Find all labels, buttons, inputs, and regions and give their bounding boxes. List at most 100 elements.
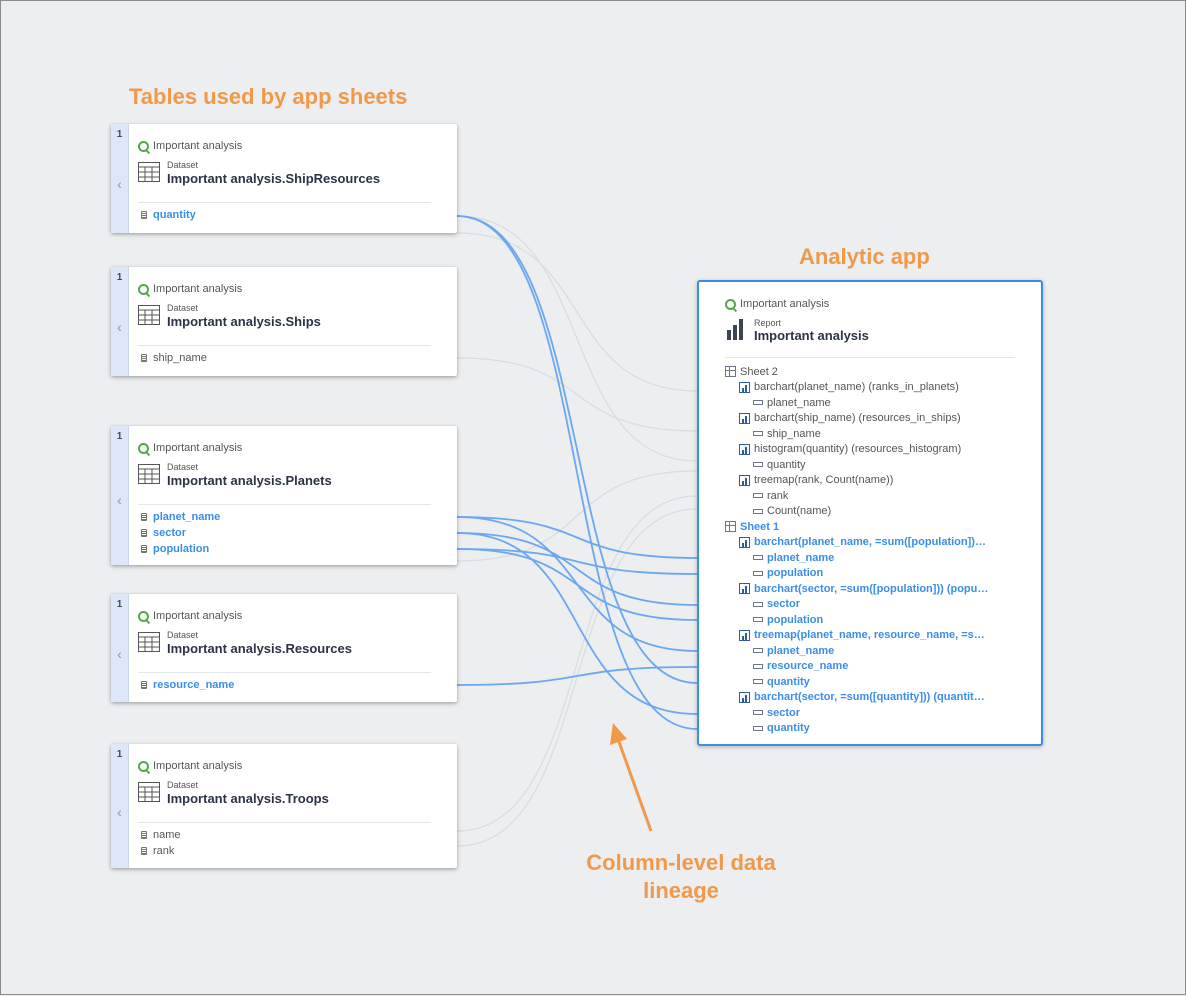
- dataset-table-icon: [138, 632, 160, 652]
- usage-count: 1: [116, 129, 123, 140]
- tree-field[interactable]: planet_name: [725, 395, 1031, 411]
- dataset-source: Important analysis: [138, 442, 242, 454]
- tree-field[interactable]: sector: [725, 597, 1031, 613]
- field-icon: [753, 725, 763, 731]
- dataset-card-shipresources[interactable]: 1 ‹ Important analysis Dataset Important…: [111, 124, 457, 233]
- tree-viz[interactable]: treemap(rank, Count(name)): [725, 473, 1031, 489]
- dataset-table-icon: [138, 782, 160, 802]
- dataset-kind: Dataset: [167, 462, 199, 472]
- tree-field[interactable]: population: [725, 566, 1031, 582]
- faint-lineage-link: [456, 508, 698, 847]
- tree-label: Count(name): [767, 505, 832, 518]
- dataset-card-planets[interactable]: 1 ‹ Important analysis Dataset Important…: [111, 426, 457, 565]
- tree-label: barchart(ship_name) (resources_in_ships): [754, 412, 961, 425]
- tree-label: sector: [767, 706, 801, 719]
- field-icon: [753, 493, 763, 499]
- chevron-left-icon[interactable]: ‹: [111, 176, 128, 192]
- column-label: quantity: [153, 209, 196, 221]
- dataset-column[interactable]: rank: [141, 845, 174, 857]
- app-title: Important analysis: [754, 328, 869, 343]
- tree-field[interactable]: ship_name: [725, 426, 1031, 442]
- tree-sheet[interactable]: Sheet 2: [725, 364, 1031, 380]
- tree-label: quantity: [767, 722, 810, 735]
- dataset-column[interactable]: sector: [141, 527, 186, 539]
- tree-label: treemap(planet_name, resource_name, =s…: [754, 629, 985, 642]
- tree-label: treemap(rank, Count(name)): [754, 474, 894, 487]
- dataset-column[interactable]: resource_name: [141, 679, 234, 691]
- tree-field[interactable]: Count(name): [725, 504, 1031, 520]
- tree-viz[interactable]: barchart(ship_name) (resources_in_ships): [725, 411, 1031, 427]
- column-label: resource_name: [153, 679, 235, 691]
- tree-viz[interactable]: barchart(planet_name, =sum([population])…: [725, 535, 1031, 551]
- column-icon: [141, 211, 147, 219]
- dataset-source-label: Important analysis: [153, 610, 243, 622]
- dataset-column[interactable]: quantity: [141, 209, 196, 221]
- divider: [138, 202, 431, 203]
- qlik-icon: [138, 140, 149, 152]
- usage-count: 1: [116, 272, 123, 283]
- tree-label: rank: [767, 489, 789, 502]
- faint-lineage-link: [456, 357, 698, 432]
- faint-lineage-link: [456, 470, 698, 562]
- dataset-kind: Dataset: [167, 780, 199, 790]
- tree-viz[interactable]: histogram(quantity) (resources_histogram…: [725, 442, 1031, 458]
- tree-field[interactable]: resource_name: [725, 659, 1031, 675]
- app-source-label: Important analysis: [740, 298, 830, 310]
- tree-field[interactable]: sector: [725, 705, 1031, 721]
- chart-object-icon: [739, 536, 750, 548]
- dataset-source: Important analysis: [138, 283, 242, 295]
- tree-field[interactable]: rank: [725, 488, 1031, 504]
- tree-viz[interactable]: barchart(sector, =sum([quantity])) (quan…: [725, 690, 1031, 706]
- tree-field[interactable]: quantity: [725, 721, 1031, 737]
- dataset-card-troops[interactable]: 1 ‹ Important analysis Dataset Important…: [111, 744, 457, 868]
- tree-label: sector: [767, 598, 801, 611]
- tree-label: population: [767, 567, 824, 580]
- column-icon: [141, 831, 147, 839]
- field-icon: [753, 663, 763, 669]
- column-icon: [141, 681, 147, 689]
- chart-object-icon: [739, 691, 750, 703]
- chart-object-icon: [739, 443, 750, 455]
- field-icon: [753, 617, 763, 623]
- dataset-card-ships[interactable]: 1 ‹ Important analysis Dataset Important…: [111, 267, 457, 376]
- dataset-column[interactable]: name: [141, 829, 181, 841]
- dataset-column[interactable]: population: [141, 543, 209, 555]
- tree-label: quantity: [767, 458, 806, 471]
- dataset-card-resources[interactable]: 1 ‹ Important analysis Dataset Important…: [111, 594, 457, 702]
- column-label: planet_name: [153, 511, 221, 523]
- tree-label: barchart(planet_name, =sum([population])…: [754, 536, 986, 549]
- tree-viz[interactable]: barchart(sector, =sum([population])) (po…: [725, 581, 1031, 597]
- dataset-column[interactable]: ship_name: [141, 352, 207, 364]
- annotation-arrow: [610, 723, 653, 832]
- tree-label: planet_name: [767, 396, 831, 409]
- chart-object-icon: [739, 381, 750, 393]
- tree-label: planet_name: [767, 644, 835, 657]
- tree-field[interactable]: planet_name: [725, 550, 1031, 566]
- chevron-left-icon[interactable]: ‹: [111, 804, 128, 820]
- tree-label: resource_name: [767, 660, 849, 673]
- tree-viz[interactable]: treemap(planet_name, resource_name, =s…: [725, 628, 1031, 644]
- tree-viz[interactable]: barchart(planet_name) (ranks_in_planets): [725, 380, 1031, 396]
- dataset-title: Important analysis.Troops: [167, 791, 329, 806]
- chevron-left-icon[interactable]: ‹: [111, 492, 128, 508]
- tree-label: histogram(quantity) (resources_histogram…: [754, 443, 962, 456]
- analytic-app-card[interactable]: Important analysis Report Important anal…: [697, 280, 1043, 746]
- tree-field[interactable]: quantity: [725, 457, 1031, 473]
- tree-field[interactable]: quantity: [725, 674, 1031, 690]
- column-icon: [141, 847, 147, 855]
- tree-sheet[interactable]: Sheet 1: [725, 519, 1031, 535]
- chevron-left-icon[interactable]: ‹: [111, 319, 128, 335]
- dataset-source: Important analysis: [138, 140, 242, 152]
- dataset-column[interactable]: planet_name: [141, 511, 220, 523]
- tree-label: quantity: [767, 675, 810, 688]
- column-label: name: [153, 829, 181, 841]
- chevron-left-icon[interactable]: ‹: [111, 646, 128, 662]
- lineage-annotation: Column-level data lineage: [563, 849, 799, 905]
- tree-field[interactable]: planet_name: [725, 643, 1031, 659]
- tree-field[interactable]: population: [725, 612, 1031, 628]
- qlik-icon: [138, 283, 149, 295]
- chart-object-icon: [739, 583, 750, 595]
- app-annotation: Analytic app: [799, 244, 930, 269]
- lineage-annotation-line2: lineage: [643, 878, 719, 903]
- faint-lineage-link: [456, 215, 698, 462]
